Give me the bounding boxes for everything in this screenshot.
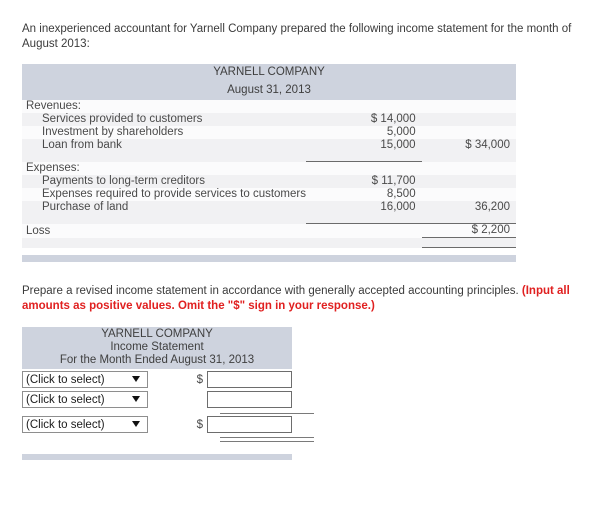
line-amount: 15,000 [305,139,422,152]
task-instruction-main: Prepare a revised income statement in ac… [22,285,519,297]
answer-form-period: For the Month Ended August 31, 2013 [59,354,255,366]
amount-input-3[interactable] [207,416,292,433]
empty-cell [421,161,516,175]
dollar-sign-3: $ [196,418,203,431]
given-income-statement-table: YARNELL COMPANY August 31, 2013 Revenues… [22,64,516,248]
line-total [421,113,516,126]
answer-row-1: (Click to select) $ [22,370,292,389]
dollar-sign-1: $ [196,373,203,386]
statement-title-row: YARNELL COMPANY [22,64,516,80]
line-total: 36,200 [421,201,516,214]
table-row: Expenses: [22,161,516,175]
chevron-down-icon [132,376,141,382]
table-row: Payments to long-term creditors $ 11,700 [22,175,516,188]
empty-cell [305,161,422,175]
subtotal-rule-row [22,214,516,224]
answer-form-bottom-bar [22,454,292,460]
empty-cell [421,152,516,162]
empty-cell [22,237,306,248]
line-amount: $ 14,000 [305,113,422,126]
line-amount: $ 11,700 [305,175,422,188]
statement-period: August 31, 2013 [22,80,516,100]
answer-form-header: YARNELL COMPANY Income Statement For the… [22,327,292,369]
subtotal-rule [305,152,422,162]
table-row-result: Loss $ 2,200 [22,223,516,238]
total-double-rule [421,237,516,248]
answer-subtotal-rule [220,413,314,414]
line-label: Payments to long-term creditors [22,175,306,188]
answer-row-2: (Click to select) [22,390,292,409]
account-select-1-label: (Click to select) [26,373,105,386]
account-select-1[interactable]: (Click to select) [22,371,149,388]
task-instruction: Prepare a revised income statement in ac… [22,284,582,314]
account-select-3-label: (Click to select) [26,418,105,431]
empty-cell [22,152,306,162]
amount-input-2[interactable] [207,391,292,408]
table-row: Purchase of land 16,000 36,200 [22,201,516,214]
result-label: Loss [22,223,306,238]
subtotal-rule-row [22,152,516,162]
table-row: Investment by shareholders 5,000 [22,126,516,139]
result-total: $ 2,200 [421,223,516,238]
answer-total-double-rule [220,437,314,442]
line-total [421,175,516,188]
account-select-2-label: (Click to select) [26,393,105,406]
statement-company-name: YARNELL COMPANY [22,64,516,80]
dollar-sign-2 [190,394,203,406]
section-heading-revenues: Revenues: [22,100,306,113]
answer-income-statement-form: YARNELL COMPANY Income Statement For the… [22,327,314,442]
line-label: Investment by shareholders [22,126,306,139]
empty-cell [305,237,422,248]
account-select-3[interactable]: (Click to select) [22,416,149,433]
amount-input-1[interactable] [207,371,292,388]
result-amount [305,223,422,238]
line-total [421,126,516,139]
answer-row-3: (Click to select) $ [22,415,292,434]
empty-cell [22,214,306,224]
statement-period-row: August 31, 2013 [22,80,516,100]
chevron-down-icon [132,421,141,427]
line-label: Expenses required to provide services to… [22,188,306,201]
line-amount: 5,000 [305,126,422,139]
answer-form-statement-title: Income Statement [110,341,204,353]
table-row: Loan from bank 15,000 $ 34,000 [22,139,516,152]
chevron-down-icon [132,396,141,402]
subtotal-rule [421,214,516,224]
line-amount: 8,500 [305,188,422,201]
empty-cell [305,100,422,113]
line-amount: 16,000 [305,201,422,214]
account-select-2[interactable]: (Click to select) [22,391,149,408]
subtotal-rule [305,214,422,224]
line-label: Services provided to customers [22,113,306,126]
table-row: Services provided to customers $ 14,000 [22,113,516,126]
total-double-rule-row [22,237,516,248]
section-heading-expenses: Expenses: [22,161,306,175]
table-row: Revenues: [22,100,516,113]
line-total: $ 34,000 [421,139,516,152]
line-total [421,188,516,201]
problem-intro-text: An inexperienced accountant for Yarnell … [22,23,572,50]
given-statement-bottom-bar [22,255,516,262]
line-label: Purchase of land [22,201,306,214]
line-label: Loan from bank [22,139,306,152]
answer-form-company: YARNELL COMPANY [101,328,213,340]
table-row: Expenses required to provide services to… [22,188,516,201]
empty-cell [421,100,516,113]
